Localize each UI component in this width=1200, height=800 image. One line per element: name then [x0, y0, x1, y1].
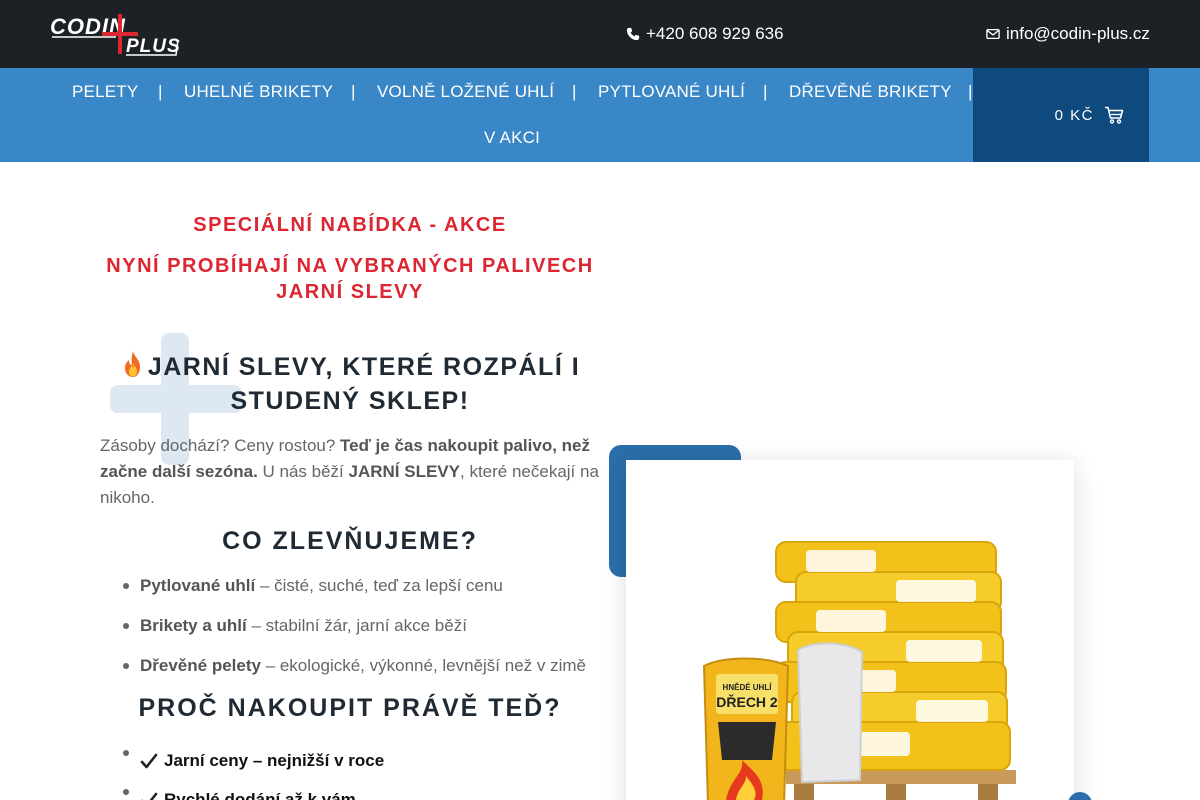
bag-label-line2: DŘECH 2	[716, 693, 778, 710]
list-item-bold: Brikety a uhlí	[140, 616, 247, 635]
check-mark-icon	[140, 792, 158, 800]
nav-separator: |	[351, 82, 356, 101]
cart-total: 0 KČ	[1054, 106, 1094, 124]
nav-item-v-akci[interactable]: V AKCI	[484, 128, 540, 148]
list-item-text: – ekologické, výkonné, levnější než v zi…	[260, 656, 587, 675]
section-what-discounted-title: CO ZLEVŇUJEME?	[222, 527, 478, 555]
nav-item-drevene-brikety[interactable]: DŘEVĚNÉ BRIKETY	[789, 82, 952, 102]
nav-separator: |	[763, 82, 768, 101]
codin-plus-logo[interactable]: CODIN PLUS	[50, 12, 180, 58]
intro-text-2: U nás běží	[257, 462, 349, 481]
heading-line2: STUDENÝ SKLEP!	[230, 387, 470, 415]
top-bar: CODIN PLUS +420 608 929 636 info@codin-p…	[0, 0, 1200, 68]
bag-label-line1: HNĚDÉ UHLÍ	[723, 683, 773, 692]
nav-separator: |	[158, 82, 163, 101]
list-item: Pytlované uhlí – čisté, suché, teď za le…	[123, 574, 620, 614]
cart-button[interactable]: 0 KČ	[1018, 96, 1130, 134]
phone-number: +420 608 929 636	[646, 24, 784, 43]
promo-title: SPECIÁLNÍ NABÍDKA - AKCE	[193, 214, 507, 236]
promo-subtitle-line2: JARNÍ SLEVY	[276, 281, 424, 303]
list-item-bold: Pytlované uhlí	[140, 576, 256, 595]
promo-subtitle-line1: NYNÍ PROBÍHAJÍ NA VYBRANÝCH PALIVECH	[106, 255, 594, 277]
list-item: Rychlé dodání až k vám	[123, 780, 620, 800]
heading-line1: JARNÍ SLEVY, KTERÉ ROZPÁLÍ I	[147, 353, 581, 381]
phone-icon	[626, 27, 640, 41]
nav-separator: |	[968, 82, 973, 101]
list-item: Jarní ceny – nejnižší v roce	[123, 741, 620, 780]
reason-text: Jarní ceny – nejnižší v roce	[164, 750, 385, 770]
coal-bag: HNĚDÉ UHLÍ DŘECH 2	[702, 657, 790, 800]
list-item: Dřevěné pelety – ekologické, výkonné, le…	[123, 654, 620, 694]
phone-link[interactable]: +420 608 929 636	[626, 24, 784, 44]
reason-text: Rychlé dodání až k vám	[164, 789, 356, 800]
intro-paragraph: Zásoby dochází? Ceny rostou? Teď je čas …	[100, 433, 605, 511]
product-image-card: HNĚDÉ UHLÍ DŘECH 2	[626, 460, 1074, 800]
list-item-text: – čisté, suché, teď za lepší cenu	[255, 576, 503, 595]
nav-separator: |	[572, 82, 577, 101]
check-mark-icon	[140, 753, 158, 768]
coal-pallet-image: HNĚDÉ UHLÍ DŘECH 2	[702, 541, 1016, 800]
email-address: info@codin-plus.cz	[1006, 24, 1150, 43]
list-item-text: – stabilní žár, jarní akce běží	[246, 616, 467, 635]
article-heading: JARNÍ SLEVY, KTERÉ ROZPÁLÍ I STUDENÝ SKL…	[100, 350, 600, 418]
nav-item-pytlovane-uhli[interactable]: PYTLOVANÉ UHLÍ	[598, 82, 745, 102]
nav-item-uhelne-brikety[interactable]: UHELNÉ BRIKETY	[184, 82, 333, 102]
shopping-cart-icon	[1105, 106, 1124, 124]
intro-text-1: Zásoby dochází? Ceny rostou?	[100, 436, 341, 455]
section-why-now-title: PROČ NAKOUPIT PRÁVĚ TEĎ?	[138, 694, 562, 722]
svg-text:PLUS: PLUS	[126, 36, 180, 57]
reasons-list: Jarní ceny – nejnižší v roce Rychlé dodá…	[123, 741, 620, 800]
email-link[interactable]: info@codin-plus.cz	[986, 24, 1150, 44]
envelope-icon	[986, 28, 1000, 40]
discount-list: Pytlované uhlí – čisté, suché, teď za le…	[123, 574, 620, 694]
list-item-bold: Dřevěné pelety	[140, 656, 261, 675]
intro-bold-2: JARNÍ SLEVY	[348, 462, 460, 481]
nav-item-volne-lozene-uhli[interactable]: VOLNĚ LOŽENÉ UHLÍ	[377, 82, 554, 102]
nav-item-pelety[interactable]: PELETY	[72, 82, 138, 102]
fire-emoji-icon	[124, 351, 140, 377]
list-item: Brikety a uhlí – stabilní žár, jarní akc…	[123, 614, 620, 654]
